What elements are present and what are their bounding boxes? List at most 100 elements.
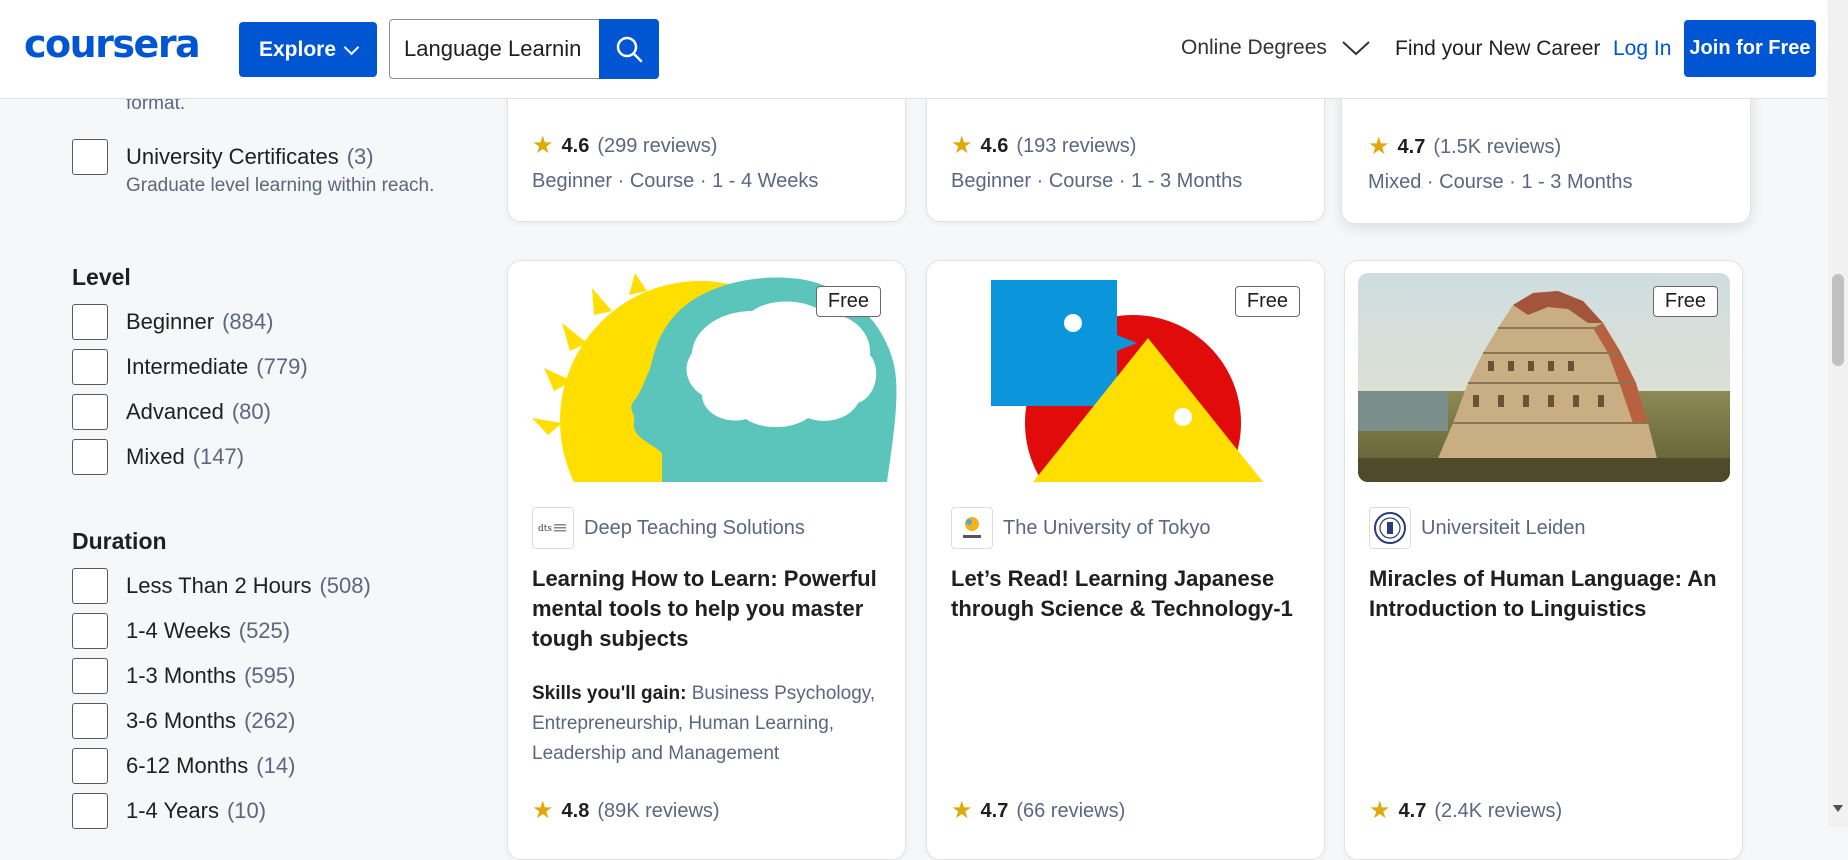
filter-count: (779)	[256, 354, 308, 379]
checkbox-level-advanced[interactable]	[72, 394, 108, 430]
svg-text:dts: dts	[538, 524, 552, 534]
login-link[interactable]: Log In	[1613, 37, 1671, 61]
course-card-learning-how-to-learn[interactable]: Free dts Deep Teaching Solutions Learnin…	[507, 260, 906, 860]
filter-label-3-6-months[interactable]: 3-6 Months (262)	[126, 708, 295, 734]
scrollbar-thumb[interactable]	[1832, 274, 1844, 366]
leiden-seal-icon	[1374, 512, 1406, 544]
course-title[interactable]: Miracles of Human Language: An Introduct…	[1369, 564, 1729, 624]
rating: ★ 4.7 (2.4K reviews)	[1369, 799, 1562, 823]
filter-label-text: 1-3 Months	[126, 663, 237, 688]
star-icon: ★	[532, 797, 554, 824]
checkbox-duration-1-4-weeks[interactable]	[72, 613, 108, 649]
star-icon: ★	[951, 797, 973, 824]
rating-score: 4.6	[561, 134, 590, 157]
scroll-down-arrow-icon[interactable]	[1833, 805, 1843, 812]
filter-count: (3)	[346, 144, 374, 169]
search-icon	[616, 36, 643, 63]
course-meta: Beginner · Course · 1 - 3 Months	[951, 170, 1243, 192]
rating: ★ 4.8 (89K reviews)	[532, 799, 720, 823]
rating-reviews: (89K reviews)	[597, 799, 720, 822]
free-badge: Free	[1234, 286, 1300, 317]
skills: Skills you'll gain: Business Psychology,…	[532, 679, 892, 769]
filter-label-6-12-months[interactable]: 6-12 Months (14)	[126, 753, 295, 779]
page-scrollbar[interactable]	[1828, 0, 1848, 827]
filter-label-beginner[interactable]: Beginner (884)	[126, 309, 273, 335]
star-icon: ★	[1368, 133, 1390, 160]
checkbox-level-intermediate[interactable]	[72, 349, 108, 385]
filter-label-text: University Certificates	[126, 144, 339, 169]
deep-teaching-logo-icon: dts	[538, 524, 566, 534]
coursera-logo[interactable]: coursera	[24, 22, 201, 66]
filter-label-text: Less Than 2 Hours	[126, 573, 312, 598]
online-degrees-label: Online Degrees	[1181, 36, 1327, 59]
filter-count: (595)	[244, 663, 296, 688]
find-career-link[interactable]: Find your New Career	[1395, 37, 1600, 61]
partner-logo	[1369, 507, 1411, 549]
filter-label-1-4-years[interactable]: 1-4 Years (10)	[126, 798, 266, 824]
course-card-miracles-of-human-language[interactable]: Free Universiteit Leiden Miracles of Hum…	[1344, 260, 1743, 860]
rating-score: 4.7	[980, 799, 1009, 822]
partner-name: Deep Teaching Solutions	[584, 516, 805, 539]
rating-reviews: (1.5K reviews)	[1433, 135, 1562, 158]
checkbox-duration-6-12-months[interactable]	[72, 748, 108, 784]
filter-label-1-4-weeks[interactable]: 1-4 Weeks (525)	[126, 618, 290, 644]
filter-count: (80)	[231, 399, 271, 424]
checkbox-duration-3-6-months[interactable]	[72, 703, 108, 739]
online-degrees-menu[interactable]: Online Degrees	[1181, 36, 1371, 60]
filter-count: (508)	[319, 573, 371, 598]
checkbox-duration-1-3-months[interactable]	[72, 658, 108, 694]
filter-label-less-2-hours[interactable]: Less Than 2 Hours (508)	[126, 573, 371, 599]
star-icon: ★	[951, 132, 973, 159]
rating: ★ 4.7 (66 reviews)	[951, 799, 1125, 823]
partner-logo	[951, 507, 993, 549]
course-meta: Beginner · Course · 1 - 4 Weeks	[532, 170, 819, 192]
rating-score: 4.8	[561, 799, 590, 822]
free-badge: Free	[815, 286, 881, 317]
rating: ★ 4.6 (193 reviews)	[951, 134, 1136, 158]
rating-score: 4.6	[980, 134, 1009, 157]
join-for-free-button[interactable]: Join for Free	[1684, 20, 1816, 77]
partner-name: Universiteit Leiden	[1421, 516, 1586, 539]
course-title[interactable]: Learning How to Learn: Powerful mental t…	[532, 564, 892, 654]
rating: ★ 4.6 (299 reviews)	[532, 134, 717, 158]
filter-label-mixed[interactable]: Mixed (147)	[126, 444, 244, 470]
checkbox-duration-less-2-hours[interactable]	[72, 568, 108, 604]
filter-label-text: Beginner	[126, 309, 215, 334]
rating-reviews: (66 reviews)	[1016, 799, 1126, 822]
filter-label-text: Advanced	[126, 399, 224, 424]
filter-label-1-3-months[interactable]: 1-3 Months (595)	[126, 663, 295, 689]
filter-label-text: 1-4 Years	[126, 798, 219, 823]
partner-name: The University of Tokyo	[1003, 516, 1211, 539]
checkbox-level-mixed[interactable]	[72, 439, 108, 475]
filter-label-intermediate[interactable]: Intermediate (779)	[126, 354, 308, 380]
checkbox-duration-1-4-years[interactable]	[72, 793, 108, 829]
partner: dts Deep Teaching Solutions	[532, 507, 805, 549]
checkbox-level-beginner[interactable]	[72, 304, 108, 340]
star-icon: ★	[532, 132, 554, 159]
filter-count: (147)	[192, 444, 245, 469]
filter-sidebar: format. University Certificates (3) Gradu…	[0, 0, 500, 829]
filter-label-text: 3-6 Months	[126, 708, 237, 733]
partner: Universiteit Leiden	[1369, 507, 1586, 549]
partner-logo: dts	[532, 507, 574, 549]
course-meta: Mixed · Course · 1 - 3 Months	[1368, 171, 1633, 193]
rating-score: 4.7	[1397, 135, 1426, 158]
filter-count: (884)	[222, 309, 274, 334]
course-title[interactable]: Let’s Read! Learning Japanese through Sc…	[951, 564, 1311, 624]
filter-count: (10)	[226, 798, 267, 823]
filter-label-text: Intermediate	[126, 354, 249, 379]
rating-reviews: (193 reviews)	[1016, 134, 1137, 157]
university-of-tokyo-logo-icon	[963, 517, 981, 538]
top-header: coursera Explore Online Degrees Find you…	[0, 0, 1828, 99]
explore-button[interactable]: Explore	[239, 22, 377, 77]
checkbox-university-certificates[interactable]	[72, 139, 108, 175]
filter-label-advanced[interactable]: Advanced (80)	[126, 399, 271, 425]
rating-reviews: (2.4K reviews)	[1434, 799, 1563, 822]
rating-score: 4.7	[1398, 799, 1427, 822]
filter-label-university-certificates[interactable]: University Certificates (3)	[126, 144, 374, 170]
search-button[interactable]	[599, 19, 659, 79]
skills-label: Skills you'll gain:	[532, 683, 687, 704]
partner: The University of Tokyo	[951, 507, 1211, 549]
course-card-lets-read-japanese[interactable]: Free The University of Tokyo Let’s Read!…	[926, 260, 1325, 860]
search-input[interactable]	[389, 19, 599, 79]
